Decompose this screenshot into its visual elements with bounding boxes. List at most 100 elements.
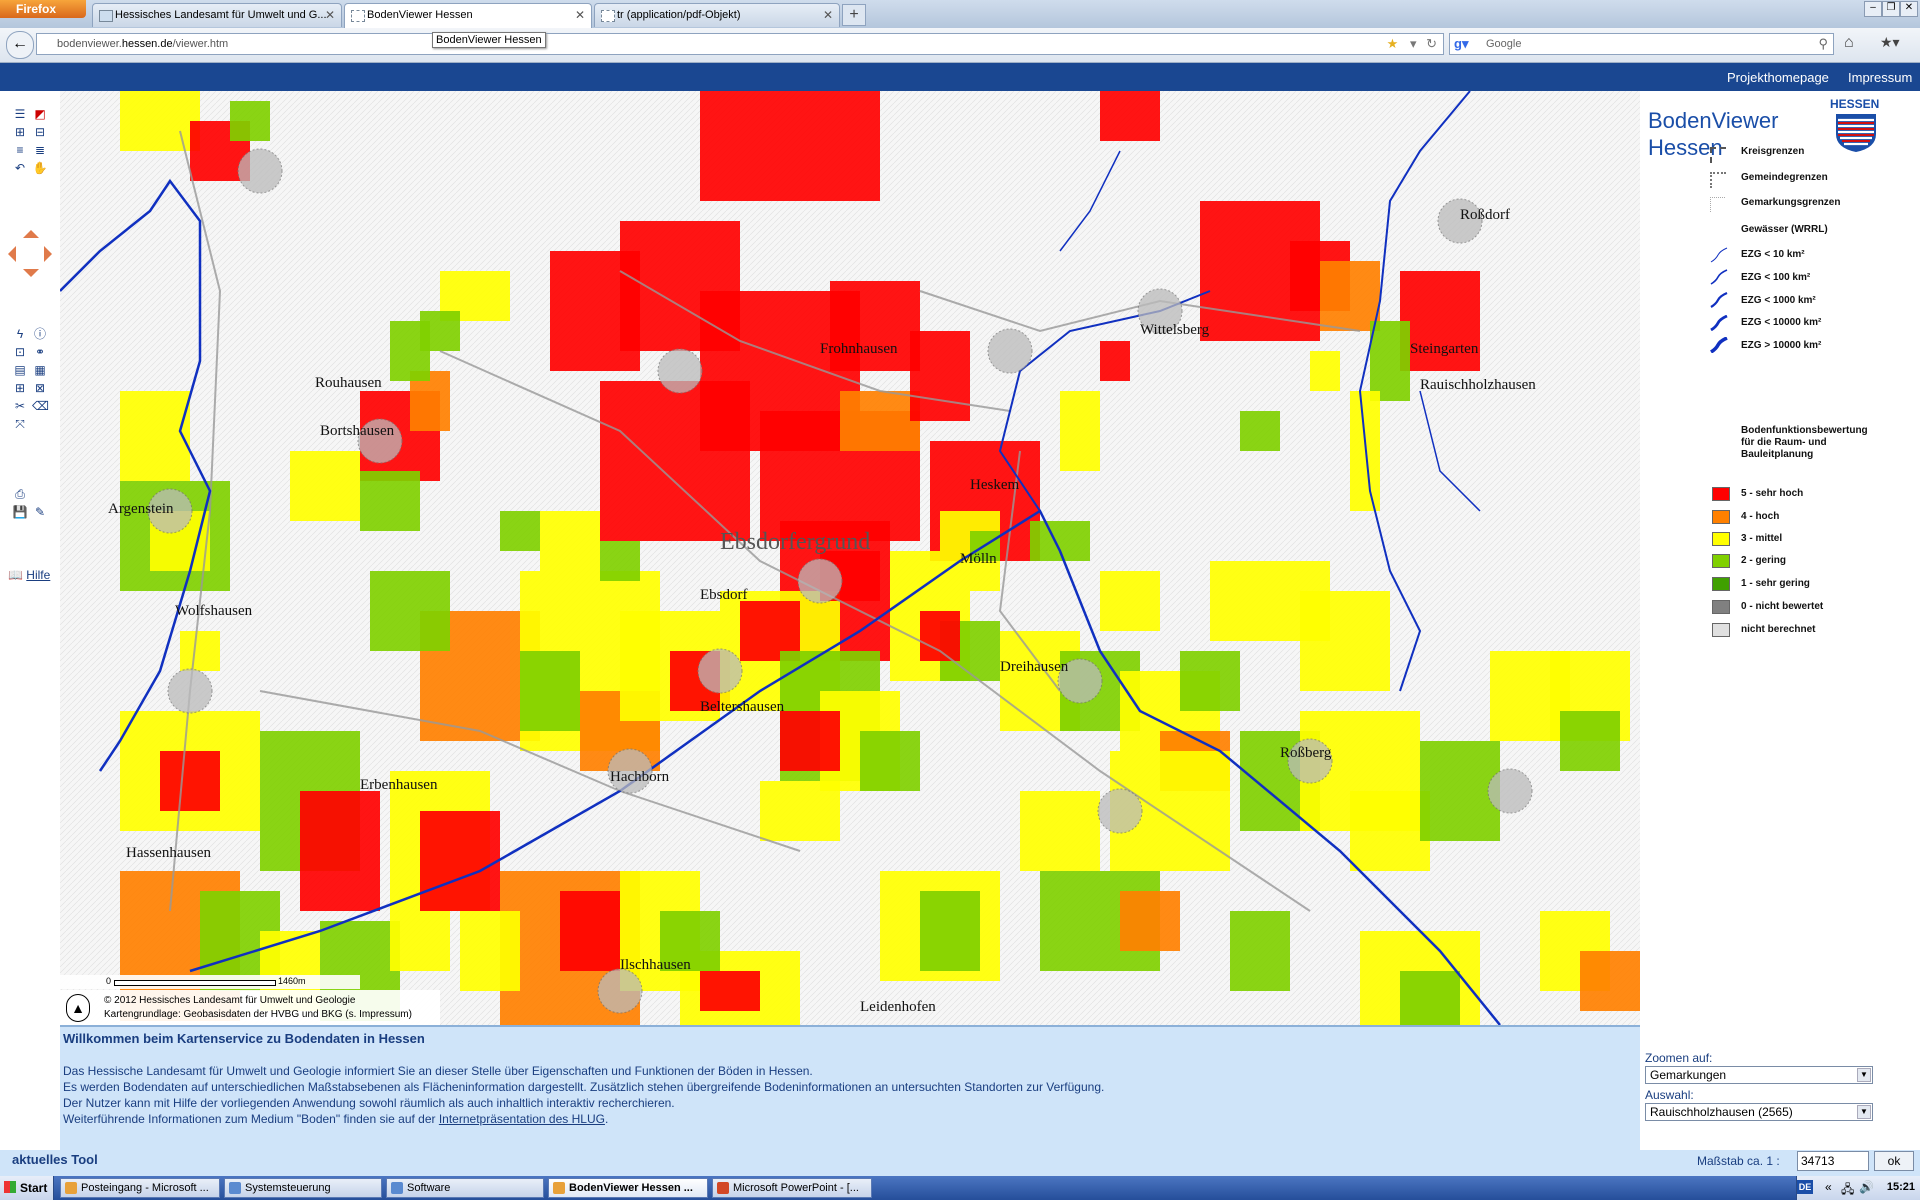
select-icon[interactable]: ⊠: [32, 381, 48, 395]
map-copyright-box: ▲ © 2012 Hessisches Landesamt für Umwelt…: [60, 990, 440, 1025]
zoom-panel: Zoomen auf: Gemarkungen ▼ Auswahl: Rauis…: [1640, 1025, 1920, 1150]
language-indicator[interactable]: DE: [1797, 1180, 1813, 1194]
minimize-window-icon[interactable]: –: [1864, 1, 1882, 17]
zoom-level-select[interactable]: Gemarkungen ▼: [1645, 1066, 1873, 1084]
scale-ok-button[interactable]: ok: [1874, 1151, 1914, 1171]
measure-icon[interactable]: ✂: [12, 399, 28, 413]
taskbar-item-software[interactable]: Software: [386, 1178, 544, 1198]
maximize-window-icon[interactable]: ❐: [1882, 1, 1900, 17]
google-logo-icon: g▾: [1454, 36, 1469, 51]
legend-list-icon[interactable]: ☰: [12, 107, 28, 121]
system-tray: DE « 🖧 🔊 15:21: [1796, 1176, 1920, 1200]
soil-patch: [1100, 571, 1160, 631]
search-placeholder: Google: [1486, 38, 1522, 50]
tab-pdf[interactable]: tr (application/pdf-Objekt) ✕: [594, 3, 840, 27]
full-extent-icon[interactable]: ≣: [32, 143, 48, 157]
gemeindegrenze-symbol: [1710, 172, 1726, 188]
soil-patch: [1020, 791, 1100, 871]
taskbar-item-outlook[interactable]: Posteingang - Microsoft ...: [60, 1178, 220, 1198]
tab-hlug[interactable]: Hessisches Landesamt für Umwelt und G...…: [92, 3, 342, 27]
tab-bodenviewer[interactable]: BodenViewer Hessen ✕: [344, 3, 592, 28]
soil-patch: [550, 251, 640, 371]
welcome-info-panel: Willkommen beim Kartenservice zu Bodenda…: [60, 1025, 1640, 1150]
scale-input[interactable]: 34713: [1797, 1151, 1869, 1171]
coordinates-icon[interactable]: ⤧: [12, 417, 28, 431]
close-tab-icon[interactable]: ✕: [823, 4, 833, 27]
soil-patch: [1320, 261, 1380, 331]
pan-east-icon[interactable]: [44, 246, 52, 262]
bookmark-star-icon[interactable]: ★: [1387, 36, 1399, 51]
volume-icon[interactable]: 🔊: [1859, 1180, 1874, 1194]
zoom-level-value: Gemarkungen: [1650, 1068, 1727, 1082]
edit-pencil-icon[interactable]: ✎: [32, 505, 48, 519]
close-tab-icon[interactable]: ✕: [325, 4, 335, 27]
layers-icon[interactable]: ≡: [12, 143, 28, 157]
zoom-out-box-icon[interactable]: ⊟: [32, 125, 48, 139]
pan-south-icon[interactable]: [23, 269, 39, 277]
url-domain: hessen.de: [121, 38, 173, 50]
show-hidden-icons-icon[interactable]: «: [1825, 1180, 1832, 1194]
new-tab-button[interactable]: +: [842, 4, 866, 26]
flash-icon[interactable]: ϟ: [12, 327, 28, 341]
zoom-in-box-icon[interactable]: ⊞: [12, 125, 28, 139]
gemeindegrenze-label: Gemeindegrenzen: [1741, 172, 1828, 183]
pan-north-icon[interactable]: [23, 230, 39, 238]
query-icon[interactable]: ⊡: [12, 345, 28, 359]
table-icon[interactable]: ▦: [32, 363, 48, 377]
select-area-icon[interactable]: ▤: [12, 363, 28, 377]
save-icon[interactable]: 💾: [12, 505, 28, 519]
soil-map-canvas[interactable]: Rouhausen Bortshausen Argenstein Wolfshause…: [60, 91, 1640, 1025]
soil-map[interactable]: Rouhausen Bortshausen Argenstein Wolfshause…: [60, 91, 1640, 1025]
soil-patch: [600, 541, 640, 581]
overview-map-icon[interactable]: ◩: [32, 107, 48, 121]
rating-swatch: [1712, 623, 1730, 637]
print-icon[interactable]: ⎙: [12, 487, 28, 501]
soil-patch: [1580, 951, 1640, 1011]
search-icon[interactable]: ⚲: [1818, 34, 1828, 54]
eraser-icon[interactable]: ⌫: [32, 399, 49, 413]
close-window-icon[interactable]: ✕: [1900, 1, 1918, 17]
hessen-crest-logo: [1836, 114, 1876, 152]
page-favicon-icon: [99, 10, 113, 22]
close-tab-icon[interactable]: ✕: [575, 4, 585, 27]
home-icon[interactable]: ⌂: [1844, 34, 1854, 52]
chevron-down-icon[interactable]: ▼: [1857, 1068, 1871, 1082]
taskbar-item-firefox[interactable]: BodenViewer Hessen ...: [548, 1178, 708, 1198]
info-line: Es werden Bodendaten auf unterschiedlich…: [63, 1080, 1105, 1094]
search-input[interactable]: g▾ Google ⚲: [1449, 33, 1834, 55]
pan-hand-icon[interactable]: ✋: [32, 161, 48, 175]
place-name: Frohnhausen: [820, 341, 898, 357]
back-arrow-icon[interactable]: ←: [6, 31, 34, 59]
network-icon[interactable]: 🖧: [1841, 1180, 1854, 1201]
taskbar-item-powerpoint[interactable]: Microsoft PowerPoint - [...: [712, 1178, 872, 1198]
clock[interactable]: 15:21: [1887, 1181, 1915, 1193]
impressum-link[interactable]: Impressum: [1848, 70, 1912, 85]
projekthomepage-link[interactable]: Projekthomepage: [1727, 70, 1829, 85]
place-name: Dreihausen: [1000, 659, 1069, 675]
reload-icon[interactable]: ↻: [1426, 36, 1437, 51]
village-area: [237, 148, 283, 194]
firefox-menu-button[interactable]: Firefox: [0, 0, 86, 18]
pan-west-icon[interactable]: [8, 246, 16, 262]
rating-swatch: [1712, 554, 1730, 568]
help-link[interactable]: 📖 Hilfe: [8, 568, 50, 582]
taskbar-item-control-panel[interactable]: Systemsteuerung: [224, 1178, 382, 1198]
undo-icon[interactable]: ↶: [12, 161, 28, 175]
help-link-label[interactable]: Hilfe: [26, 568, 50, 582]
hlug-website-link[interactable]: Internetpräsentation des HLUG: [439, 1112, 605, 1126]
start-button[interactable]: Start: [0, 1176, 54, 1200]
url-bar[interactable]: bodenviewer.hessen.de/viewer.htm ★ ▾ ↻: [36, 33, 1444, 55]
binoculars-icon[interactable]: ⚭: [32, 345, 48, 359]
info-icon[interactable]: ⓘ: [32, 327, 48, 341]
place-name: Hassenhausen: [126, 845, 211, 861]
outlook-icon: [65, 1182, 77, 1194]
place-name: Argenstein: [108, 501, 174, 517]
soil-patch: [560, 891, 620, 971]
area-select[interactable]: Rauischholzhausen (2565) ▼: [1645, 1103, 1873, 1121]
grid-icon[interactable]: ⊞: [12, 381, 28, 395]
bookmarks-menu-icon[interactable]: ★▾: [1880, 34, 1900, 51]
chevron-down-icon[interactable]: ▼: [1857, 1105, 1871, 1119]
control-panel-icon: [229, 1182, 241, 1194]
village-area: [987, 328, 1033, 374]
dropdown-arrow-icon[interactable]: ▾: [1410, 36, 1417, 51]
